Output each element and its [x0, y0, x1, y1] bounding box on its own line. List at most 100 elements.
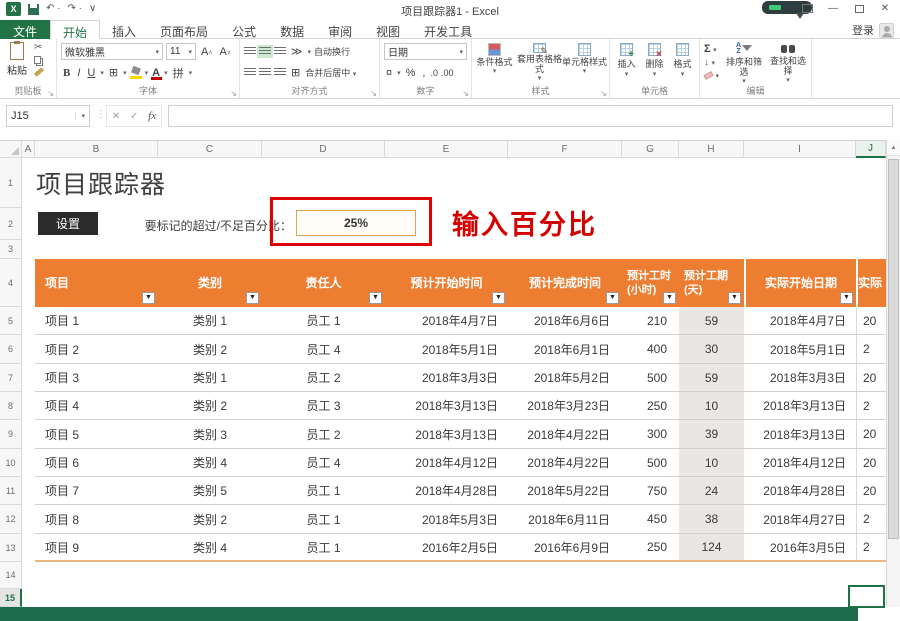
select-all-corner[interactable]	[0, 140, 22, 158]
cell[interactable]: 2018年3月13日	[744, 392, 856, 419]
cell[interactable]: 员工 1	[262, 477, 385, 504]
row-header-8[interactable]: 8	[0, 392, 22, 420]
cell[interactable]: 2018年4月28日	[744, 477, 856, 504]
cell[interactable]: 2018年5月1日	[385, 335, 508, 363]
cell[interactable]: 类别 4	[158, 449, 262, 476]
row-header-3[interactable]: 3	[0, 240, 22, 259]
cell[interactable]: 员工 1	[262, 534, 385, 560]
cell[interactable]: 2018年5月3日	[385, 505, 508, 533]
cell[interactable]: 10	[679, 449, 744, 476]
column-header-H[interactable]: H	[679, 140, 744, 158]
cell[interactable]: 项目 1	[35, 307, 158, 334]
cell[interactable]: 类别 3	[158, 420, 262, 448]
cell[interactable]: 项目 2	[35, 335, 158, 363]
cell[interactable]: 2018年6月11日	[508, 505, 622, 533]
cell[interactable]: 类别 5	[158, 477, 262, 504]
column-header-J[interactable]: J	[856, 140, 886, 158]
cell[interactable]: 2018年5月22日	[508, 477, 622, 504]
cell[interactable]: 500	[622, 364, 679, 391]
filter-dropdown-icon[interactable]: ▼	[246, 292, 259, 304]
filter-dropdown-icon[interactable]: ▼	[840, 292, 853, 304]
cell[interactable]: 2018年4月12日	[385, 449, 508, 476]
filter-dropdown-icon[interactable]: ▼	[606, 292, 619, 304]
cell[interactable]: 750	[622, 477, 679, 504]
column-header-D[interactable]: D	[262, 140, 385, 158]
row-header-15[interactable]: 15	[0, 589, 22, 607]
cell[interactable]: 项目 4	[35, 392, 158, 419]
cell[interactable]: 2	[856, 505, 886, 533]
cell[interactable]: 2018年5月2日	[508, 364, 622, 391]
cell[interactable]: 2018年4月22日	[508, 449, 622, 476]
cell[interactable]: 2018年3月3日	[385, 364, 508, 391]
cell[interactable]: 项目 5	[35, 420, 158, 448]
cell[interactable]: 员工 2	[262, 420, 385, 448]
cell[interactable]: 20	[856, 477, 886, 504]
vertical-scrollbar[interactable]: ▲	[886, 140, 900, 607]
cell[interactable]: 2018年3月13日	[744, 420, 856, 448]
cell[interactable]: 500	[622, 449, 679, 476]
cell[interactable]: 2018年3月3日	[744, 364, 856, 391]
cell[interactable]: 24	[679, 477, 744, 504]
filter-dropdown-icon[interactable]: ▼	[492, 292, 505, 304]
row-header-13[interactable]: 13	[0, 534, 22, 562]
scroll-up-icon[interactable]: ▲	[887, 140, 900, 156]
column-header-C[interactable]: C	[158, 140, 262, 158]
cell[interactable]: 员工 2	[262, 364, 385, 391]
cell[interactable]: 2018年3月23日	[508, 392, 622, 419]
cell[interactable]: 59	[679, 307, 744, 334]
cell[interactable]: 2018年4月7日	[744, 307, 856, 334]
cell[interactable]: 2018年4月12日	[744, 449, 856, 476]
cell[interactable]: 2016年3月5日	[744, 534, 856, 560]
filter-dropdown-icon[interactable]: ▼	[663, 292, 676, 304]
cell[interactable]: 类别 2	[158, 505, 262, 533]
filter-dropdown-icon[interactable]: ▼	[142, 292, 155, 304]
cell[interactable]: 2018年6月6日	[508, 307, 622, 334]
cell[interactable]: 250	[622, 534, 679, 560]
cell[interactable]: 400	[622, 335, 679, 363]
cell[interactable]: 450	[622, 505, 679, 533]
cell[interactable]: 2016年6月9日	[508, 534, 622, 560]
cell[interactable]: 2016年2月5日	[385, 534, 508, 560]
cell[interactable]: 2018年3月13日	[385, 392, 508, 419]
filter-dropdown-icon[interactable]: ▼	[728, 292, 741, 304]
cell[interactable]: 38	[679, 505, 744, 533]
cell[interactable]: 20	[856, 307, 886, 334]
row-header-10[interactable]: 10	[0, 449, 22, 477]
cell[interactable]: 项目 6	[35, 449, 158, 476]
cell[interactable]: 员工 4	[262, 449, 385, 476]
cell[interactable]: 项目 8	[35, 505, 158, 533]
cell[interactable]: 项目 9	[35, 534, 158, 560]
cell[interactable]: 2018年3月13日	[385, 420, 508, 448]
settings-button[interactable]: 设置	[38, 212, 98, 235]
row-header-4[interactable]: 4	[0, 259, 22, 307]
cell[interactable]: 250	[622, 392, 679, 419]
cell[interactable]: 39	[679, 420, 744, 448]
cell[interactable]: 2018年4月7日	[385, 307, 508, 334]
cell[interactable]: 20	[856, 420, 886, 448]
cell[interactable]: 类别 4	[158, 534, 262, 560]
cell[interactable]: 30	[679, 335, 744, 363]
cell[interactable]: 2018年4月27日	[744, 505, 856, 533]
cell[interactable]: 10	[679, 392, 744, 419]
cell[interactable]: 210	[622, 307, 679, 334]
cell[interactable]: 300	[622, 420, 679, 448]
column-header-A[interactable]: A	[22, 140, 35, 158]
cell[interactable]: 20	[856, 449, 886, 476]
row-header-14[interactable]: 14	[0, 562, 22, 589]
cell[interactable]: 员工 1	[262, 505, 385, 533]
cell[interactable]: 员工 4	[262, 335, 385, 363]
cell[interactable]: 员工 1	[262, 307, 385, 334]
cell[interactable]: 124	[679, 534, 744, 560]
column-header-G[interactable]: G	[622, 140, 679, 158]
cell[interactable]: 类别 1	[158, 364, 262, 391]
column-header-B[interactable]: B	[35, 140, 158, 158]
row-header-2[interactable]: 2	[0, 208, 22, 240]
cell[interactable]: 2018年5月1日	[744, 335, 856, 363]
scroll-thumb[interactable]	[888, 159, 899, 539]
cell[interactable]: 项目 7	[35, 477, 158, 504]
cell[interactable]: 59	[679, 364, 744, 391]
column-header-F[interactable]: F	[508, 140, 622, 158]
row-header-1[interactable]: 1	[0, 158, 22, 208]
cell[interactable]: 类别 1	[158, 307, 262, 334]
cell[interactable]: 2018年4月28日	[385, 477, 508, 504]
